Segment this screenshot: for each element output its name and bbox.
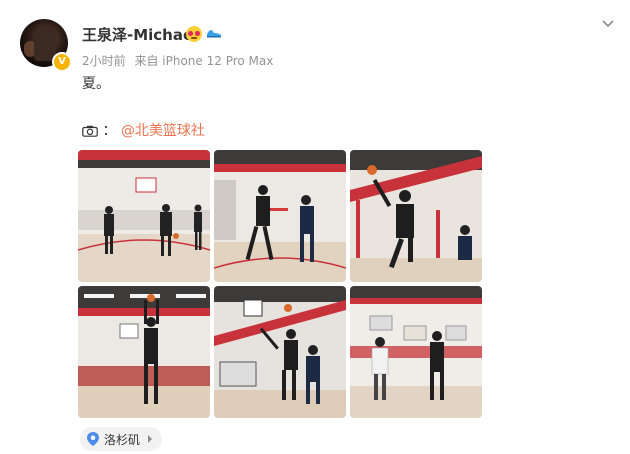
post-meta: 2小时前 来自 iPhone 12 Pro Max [82, 52, 278, 69]
basketball-photo-3[interactable] [350, 150, 482, 282]
chevron-down-icon[interactable] [600, 15, 616, 31]
heart-eyes-emoji-icon [186, 26, 202, 42]
location-pin-icon [87, 432, 99, 446]
basketball-photo-4[interactable] [78, 286, 210, 418]
chevron-right-icon [148, 435, 153, 443]
post-source: 来自 iPhone 12 Pro Max [134, 54, 274, 68]
post-text: 夏。 [82, 76, 110, 92]
basketball-photo-5[interactable] [214, 286, 346, 418]
post-time[interactable]: 2小时前 [82, 54, 126, 68]
camera-icon [82, 125, 98, 137]
location-label: 洛杉矶 [104, 432, 141, 447]
author-name[interactable]: 王泉泽-Michael [82, 24, 198, 45]
basketball-photo-2[interactable] [214, 150, 346, 282]
mention-link[interactable]: @北美篮球社 [121, 123, 205, 139]
location-tag[interactable]: 洛杉矶 [80, 427, 163, 451]
photo-grid [78, 150, 482, 418]
photo-credit-colon: ： [102, 123, 117, 139]
photo-credit-line: ： @北美篮球社 [82, 120, 205, 140]
sneaker-icon [207, 30, 221, 38]
basketball-photo-6[interactable] [350, 286, 482, 418]
basketball-photo-1[interactable] [78, 150, 210, 282]
verified-badge-icon: V [52, 52, 72, 72]
